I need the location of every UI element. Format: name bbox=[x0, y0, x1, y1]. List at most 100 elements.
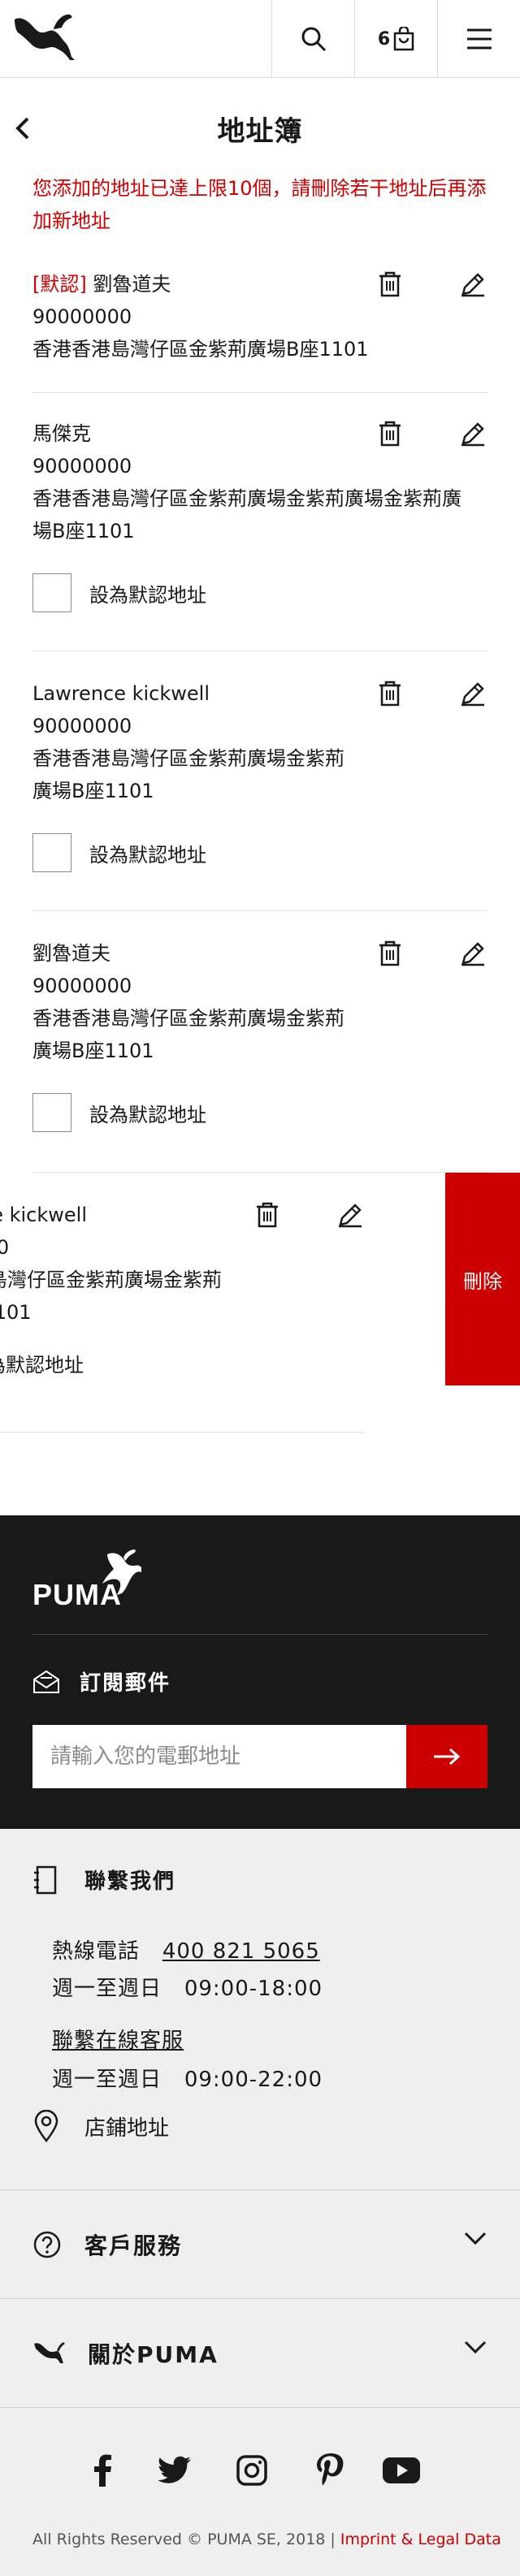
help-circle-icon bbox=[33, 2231, 61, 2258]
delete-button[interactable] bbox=[374, 677, 406, 710]
set-default-row[interactable]: 設為默認地址 bbox=[32, 1093, 488, 1132]
subscribe-submit-button[interactable] bbox=[406, 1725, 488, 1788]
set-default-row[interactable]: 設為默認地址 bbox=[32, 833, 488, 872]
online-service-link[interactable]: 聯繫在線客服 bbox=[52, 2029, 184, 2053]
contact-title: 聯繫我們 bbox=[84, 1869, 176, 1894]
edit-button[interactable] bbox=[457, 417, 489, 450]
footer-info: 聯繫我們 熱線電話 400 821 5065 週一至週日 09:00-18:00… bbox=[0, 1829, 520, 2576]
set-default-checkbox[interactable] bbox=[32, 573, 72, 612]
address-text: 香港香港島灣仔區金紫荊廣場金紫荊廣場B座1101 bbox=[0, 1269, 222, 1324]
arrow-right-icon bbox=[434, 1748, 461, 1766]
pinterest-icon bbox=[317, 2453, 344, 2486]
hotline-hours-row: 週一至週日 09:00-18:00 bbox=[52, 1972, 323, 2002]
hamburger-icon bbox=[466, 28, 492, 50]
puma-logo[interactable] bbox=[13, 11, 78, 65]
copyright-text: All Rights Reserved © PUMA SE, 2018 | bbox=[32, 2531, 340, 2548]
location-pin-icon bbox=[34, 2110, 58, 2142]
address-text: 香港香港島灣仔區金紫荊廣場金紫荊廣場金紫荊廣場B座1101 bbox=[32, 487, 462, 542]
puma-cat-icon bbox=[34, 2342, 65, 2363]
address-card: Lawrence kickwell 90000000 香港香港島灣仔區金紫荊廣場… bbox=[32, 677, 488, 911]
puma-footer-logo[interactable]: PUMA bbox=[32, 1548, 143, 1608]
search-icon bbox=[301, 27, 326, 52]
svg-text:PUMA: PUMA bbox=[32, 1578, 122, 1608]
address-phone: 90000000 bbox=[32, 455, 132, 478]
instagram-link[interactable] bbox=[229, 2448, 275, 2493]
default-tag: [默認] bbox=[32, 273, 87, 296]
copyright: All Rights Reserved © PUMA SE, 2018 | Im… bbox=[32, 2531, 501, 2548]
chevron-down-icon bbox=[464, 2232, 487, 2245]
footer-separator bbox=[0, 2407, 520, 2408]
cart-count: 6 bbox=[377, 28, 391, 50]
email-field[interactable] bbox=[32, 1725, 406, 1788]
address-card: 劉魯道夫 90000000 香港香港島灣仔區金紫荊廣場金紫荊廣場B座1101 設… bbox=[32, 937, 488, 1173]
bag-icon bbox=[393, 27, 414, 51]
pencil-icon bbox=[462, 942, 484, 966]
delete-button[interactable] bbox=[374, 268, 406, 300]
footer-separator bbox=[0, 2298, 520, 2299]
address-name: Lawrence kickwell bbox=[32, 682, 210, 705]
twitter-link[interactable] bbox=[151, 2448, 197, 2493]
top-bar: 6 bbox=[0, 0, 520, 78]
address-text: 香港香港島灣仔區金紫荊廣場金紫荊廣場B座1101 bbox=[32, 747, 344, 802]
instagram-icon bbox=[236, 2455, 267, 2486]
facebook-icon bbox=[94, 2454, 111, 2487]
address-text: 香港香港島灣仔區金紫荊廣場金紫荊廣場B座1101 bbox=[32, 1007, 344, 1062]
pinterest-link[interactable] bbox=[307, 2448, 353, 2493]
set-default-row[interactable]: 設為默認地址 bbox=[0, 1343, 365, 1382]
address-card: 馬傑克 90000000 香港香港島灣仔區金紫荊廣場金紫荊廣場金紫荊廣場B座11… bbox=[32, 417, 488, 651]
address-phone: 90000000 bbox=[0, 1236, 10, 1259]
hotline-number-link[interactable]: 400 821 5065 bbox=[162, 1939, 320, 1964]
subscribe-title: 訂閱郵件 bbox=[80, 1671, 171, 1696]
contact-heading: 聯繫我們 bbox=[32, 1865, 488, 1895]
address-name: Lawrence kickwell bbox=[0, 1204, 88, 1226]
delete-button[interactable] bbox=[374, 417, 406, 450]
footer-divider bbox=[32, 1634, 488, 1635]
youtube-link[interactable] bbox=[379, 2448, 424, 2493]
contact-section: 聯繫我們 bbox=[32, 1865, 488, 1895]
store-address-link[interactable]: 店鋪地址 bbox=[32, 2110, 169, 2142]
set-default-checkbox[interactable] bbox=[32, 1093, 72, 1132]
edit-button[interactable] bbox=[334, 1199, 366, 1231]
address-text: 香港香港島灣仔區金紫荊廣場B座1101 bbox=[32, 338, 369, 361]
pencil-icon bbox=[462, 682, 484, 707]
edit-button[interactable] bbox=[457, 937, 489, 970]
legal-link[interactable]: Imprint & Legal Data bbox=[340, 2531, 501, 2548]
cart-button[interactable]: 6 bbox=[354, 0, 437, 78]
online-hours: 09:00-22:00 bbox=[184, 2068, 323, 2092]
hotline-hours-days: 週一至週日 bbox=[52, 1977, 162, 2001]
youtube-icon bbox=[383, 2457, 420, 2483]
trash-icon bbox=[379, 681, 401, 707]
set-default-label: 設為默認地址 bbox=[89, 1103, 206, 1126]
customer-service-accordion[interactable]: 客戶服務 bbox=[32, 2191, 488, 2298]
customer-service-label: 客戶服務 bbox=[84, 2232, 183, 2259]
delete-button[interactable] bbox=[251, 1199, 284, 1231]
twitter-icon bbox=[158, 2456, 191, 2483]
swiped-card-content: Lawrence kickwell 90000000 香港香港島灣仔區金紫荊廣場… bbox=[0, 1173, 365, 1433]
envelope-icon bbox=[33, 1670, 59, 1693]
address-card-default: [默認] 劉魯道夫 90000000 香港香港島灣仔區金紫荊廣場B座1101 bbox=[32, 268, 488, 393]
delete-button[interactable] bbox=[374, 937, 406, 970]
edit-button[interactable] bbox=[457, 677, 489, 710]
menu-button[interactable] bbox=[437, 0, 520, 78]
address-name: 馬傑克 bbox=[32, 422, 91, 445]
address-limit-warning: 您添加的地址已達上限10個，請刪除若干地址后再添加新地址 bbox=[32, 177, 487, 232]
online-service-row: 聯繫在線客服 bbox=[52, 2024, 184, 2054]
about-puma-accordion[interactable]: 關於PUMA bbox=[32, 2300, 488, 2407]
chevron-down-icon bbox=[464, 2340, 487, 2354]
subscribe-heading: 訂閱郵件 bbox=[32, 1666, 171, 1696]
address-name: 劉魯道夫 bbox=[32, 942, 110, 965]
online-hours-row: 週一至週日 09:00-22:00 bbox=[52, 2063, 323, 2093]
set-default-row[interactable]: 設為默認地址 bbox=[32, 573, 488, 612]
set-default-label: 設為默認地址 bbox=[89, 583, 206, 607]
swipe-delete-button[interactable]: 刪除 bbox=[445, 1173, 520, 1385]
facebook-link[interactable] bbox=[80, 2448, 125, 2493]
address-name: 劉魯道夫 bbox=[93, 273, 171, 296]
search-button[interactable] bbox=[271, 0, 354, 78]
set-default-checkbox[interactable] bbox=[32, 833, 72, 872]
hotline-row: 熱線電話 400 821 5065 bbox=[52, 1934, 320, 1964]
about-puma-label: 關於PUMA bbox=[88, 2341, 219, 2368]
trash-icon bbox=[379, 271, 401, 297]
pencil-icon bbox=[462, 422, 484, 447]
hotline-hours: 09:00-18:00 bbox=[184, 1977, 323, 2001]
edit-button[interactable] bbox=[457, 268, 489, 300]
